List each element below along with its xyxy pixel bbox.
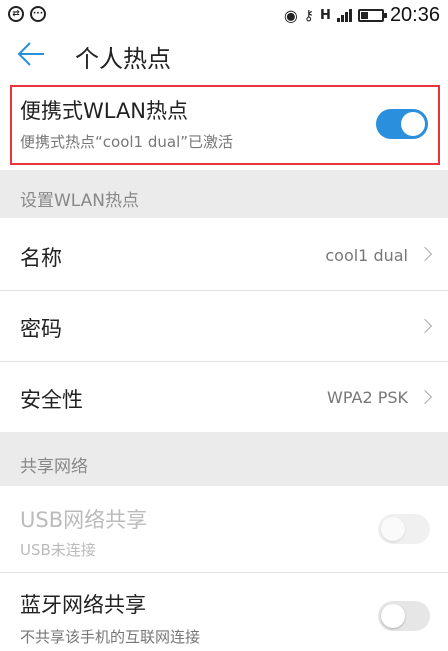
app-bar: 个人热点 <box>0 30 448 78</box>
network-type-label: H <box>320 8 331 23</box>
status-icons-right: ◉ ⚷ H 20:36 <box>284 4 440 27</box>
switch-knob <box>401 112 425 136</box>
hotspot-title: 便携式WLAN热点 <box>20 99 189 123</box>
hotspot-icon: ◉ <box>283 6 298 25</box>
bluetooth-tethering-subtitle: 不共享该手机的互联网连接 <box>20 628 201 646</box>
password-label: 密码 <box>20 317 62 341</box>
signal-icon <box>336 9 352 22</box>
switch-knob <box>381 517 405 541</box>
status-bar: ⇄ ··· ◉ ⚷ H 20:36 <box>0 0 448 30</box>
usb-tethering-switch[interactable] <box>378 514 430 544</box>
status-time: 20:36 <box>389 4 440 26</box>
name-item[interactable]: 名称 cool1 dual <box>0 218 448 290</box>
status-icons-left: ⇄ ··· <box>8 6 46 22</box>
usb-tethering-title: USB网络共享 <box>20 508 148 532</box>
security-item[interactable]: 安全性 WPA2 PSK <box>0 362 448 432</box>
hotspot-switch[interactable] <box>376 109 428 139</box>
battery-icon <box>357 9 387 22</box>
chevron-right-icon <box>417 318 433 334</box>
usb-tethering-subtitle: USB未连接 <box>20 541 96 559</box>
name-label: 名称 <box>20 246 62 270</box>
name-value: cool1 dual <box>325 246 408 265</box>
back-button[interactable] <box>16 40 46 68</box>
section-label: 共享网络 <box>20 457 88 477</box>
usb-tethering-item[interactable]: USB网络共享 USB未连接 <box>0 486 448 572</box>
page-title: 个人热点 <box>75 45 171 73</box>
security-value: WPA2 PSK <box>327 388 408 407</box>
section-header-wlan: 设置WLAN热点 <box>0 170 448 218</box>
bluetooth-tethering-item[interactable]: 蓝牙网络共享 不共享该手机的互联网连接 <box>0 573 448 651</box>
chevron-right-icon <box>417 389 433 405</box>
battery-level <box>360 12 368 19</box>
section-header-share: 共享网络 <box>0 432 448 486</box>
arrow-left-icon <box>17 42 44 66</box>
sync-icon: ⇄ <box>8 6 24 22</box>
hotspot-subtitle: 便携式热点“cool1 dual”已激活 <box>20 133 234 151</box>
section-label: 设置WLAN热点 <box>20 191 140 211</box>
bluetooth-tethering-switch[interactable] <box>378 601 430 631</box>
key-icon: ⚷ <box>303 7 315 24</box>
security-label: 安全性 <box>20 388 83 412</box>
chevron-right-icon <box>417 246 433 262</box>
bluetooth-tethering-title: 蓝牙网络共享 <box>20 593 146 617</box>
message-icon: ··· <box>30 6 46 22</box>
password-item[interactable]: 密码 <box>0 291 448 361</box>
hotspot-toggle-row[interactable]: 便携式WLAN热点 便携式热点“cool1 dual”已激活 <box>10 85 440 165</box>
switch-knob <box>381 604 405 628</box>
